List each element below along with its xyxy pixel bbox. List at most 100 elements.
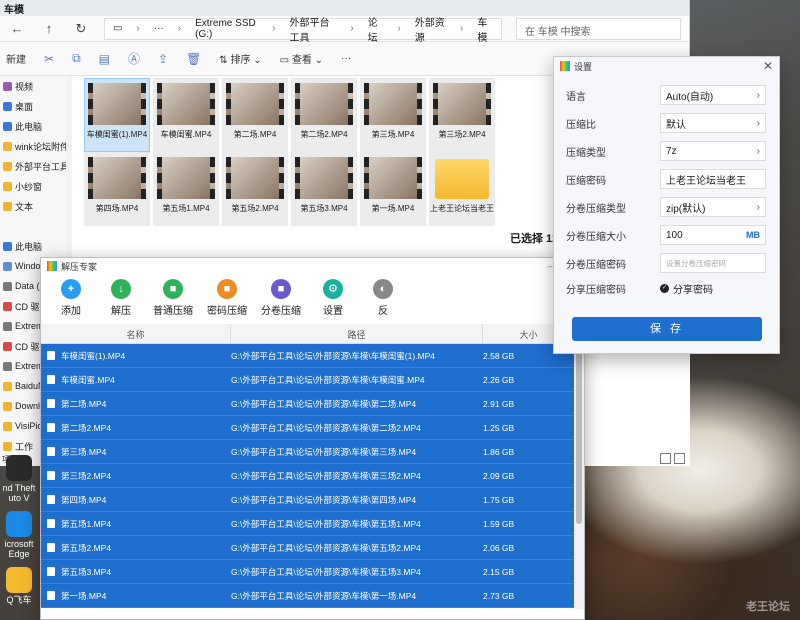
explorer-tab-title[interactable]: 车模 — [0, 0, 689, 16]
file-tile[interactable]: 第四场.MP4 — [84, 152, 150, 226]
paste-icon[interactable]: ▤ — [99, 52, 110, 66]
more-button[interactable]: ··· — [341, 53, 351, 64]
toolbar-button[interactable]: ◐ 反 — [361, 279, 405, 322]
breadcrumb-item[interactable]: 车模 — [477, 14, 493, 44]
table-row[interactable]: 第五场2.MP4 G:\外部平台工具\论坛\外部资源\车模\第五场2.MP4 2.0… — [41, 536, 574, 560]
sidebar-item[interactable]: 外部平台工具 — [0, 156, 66, 176]
file-path: G:\外部平台工具\论坛\外部资源\车模\第五场1.MP4 — [231, 518, 421, 529]
column-path[interactable]: 路径 — [231, 324, 483, 343]
toolbar-icon: ◐ — [373, 279, 393, 299]
scrollbar-thumb[interactable] — [576, 344, 582, 524]
toolbar-button[interactable]: ⚙ 设置 — [311, 279, 355, 322]
cut-icon[interactable]: ✂ — [44, 52, 54, 66]
file-name: 第三场.MP4 — [371, 130, 415, 139]
type-select[interactable]: 7z › — [660, 141, 766, 161]
table-row[interactable]: 第五场3.MP4 G:\外部平台工具\论坛\外部资源\车模\第五场3.MP4 2.1… — [41, 560, 574, 584]
sort-button[interactable]: ⇅ 排序 ⌄ — [219, 51, 261, 66]
desktop-shortcut[interactable]: Q飞车 — [0, 567, 38, 605]
table-row[interactable]: 第一场.MP4 G:\外部平台工具\论坛\外部资源\车模\第一场.MP4 2.73 … — [41, 584, 574, 608]
sidebar-item[interactable]: 小纱窗 — [0, 176, 66, 196]
toolbar-button[interactable]: ■ 普通压缩 — [149, 279, 197, 322]
file-tile[interactable]: 第二场.MP4 — [222, 78, 288, 152]
sidebar-item[interactable]: 文本 — [0, 196, 66, 216]
video-thumbnail — [226, 157, 284, 199]
toolbar-button[interactable]: + 添加 — [49, 279, 93, 322]
desktop-shortcut[interactable]: icrosoft Edge — [0, 511, 38, 559]
table-row[interactable]: 第四场.MP4 G:\外部平台工具\论坛\外部资源\车模\第四场.MP4 1.75 … — [41, 488, 574, 512]
breadcrumb-item[interactable]: 外部资源 — [415, 14, 446, 44]
toolbar-button[interactable]: ■ 分卷压缩 — [257, 279, 305, 322]
file-tile[interactable]: 第二场2.MP4 — [291, 78, 357, 152]
chevron-right-icon: › — [136, 23, 140, 34]
rename-icon[interactable]: Ⓐ — [128, 50, 140, 67]
file-name: 第四场.MP4 — [61, 494, 107, 505]
up-arrow-icon[interactable]: ↑ — [40, 21, 58, 36]
file-tile[interactable]: 车模闺蜜.MP4 — [153, 78, 219, 152]
file-tile[interactable]: 第五场3.MP4 — [291, 152, 357, 226]
sidebar-item[interactable]: wink论坛附件 — [0, 136, 66, 156]
share-icon[interactable]: ⇪ — [158, 52, 168, 66]
table-row[interactable]: 第五场1.MP4 G:\外部平台工具\论坛\外部资源\车模\第五场1.MP4 1.5… — [41, 512, 574, 536]
table-row[interactable]: 第二场2.MP4 G:\外部平台工具\论坛\外部资源\车模\第二场2.MP4 1.2… — [41, 416, 574, 440]
sidebar-item[interactable]: 视频 — [0, 76, 66, 96]
address-bar[interactable]: ▭ › ··· › Extreme SSD (G:) › 外部平台工具 › 论坛… — [104, 17, 502, 44]
language-select[interactable]: Auto(自动) › — [660, 85, 766, 105]
share-checkbox-label: 分享密码 — [673, 285, 713, 296]
table-row[interactable]: 车模闺蜜.MP4 G:\外部平台工具\论坛\外部资源\车模\车模闺蜜.MP4 2.2… — [41, 368, 574, 392]
tiles-view-icon[interactable] — [674, 453, 685, 464]
check-icon: ✓ — [660, 284, 669, 293]
split-size-input[interactable]: 100 MB — [660, 225, 766, 245]
share-password-checkbox[interactable]: ✓ 分享密码 — [660, 281, 713, 296]
vertical-scrollbar[interactable] — [574, 324, 584, 609]
app-icon — [6, 455, 32, 481]
new-button[interactable]: 新建 — [6, 51, 26, 66]
close-icon[interactable]: ✕ — [763, 59, 773, 73]
desktop-icons: nd Theft uto V icrosoft Edge Q飞车 — [0, 455, 38, 613]
column-name[interactable]: 名称 — [41, 324, 231, 343]
save-button[interactable]: 保 存 — [572, 317, 762, 341]
file-tile[interactable]: 第五场1.MP4 — [153, 152, 219, 226]
search-input[interactable]: 在 车模 中搜索 — [516, 17, 681, 40]
split-password-input[interactable]: 设置分卷压缩密码 — [660, 253, 766, 273]
breadcrumb-item[interactable]: Extreme SSD (G:) — [195, 18, 258, 40]
split-type-select[interactable]: zip(默认) › — [660, 197, 766, 217]
toolbar-button[interactable]: ↓ 解压 — [99, 279, 143, 322]
table-row[interactable]: 车模闺蜜(1).MP4 G:\外部平台工具\论坛\外部资源\车模\车模闺蜜(1).… — [41, 344, 574, 368]
table-row[interactable]: 第二场.MP4 G:\外部平台工具\论坛\外部资源\车模\第二场.MP4 2.91 … — [41, 392, 574, 416]
sidebar-item-icon — [3, 181, 12, 191]
file-tile[interactable]: 车模闺蜜(1).MP4 — [84, 78, 150, 152]
password-input[interactable]: 上老王论坛当老王 — [660, 169, 766, 189]
copy-icon[interactable]: ⧉ — [72, 51, 81, 66]
file-tile[interactable]: 第三场.MP4 — [360, 78, 426, 152]
breadcrumb-item[interactable]: 外部平台工具 — [290, 14, 337, 44]
delete-icon[interactable]: 🗑 — [186, 52, 201, 66]
more-dots-icon[interactable]: ··· — [154, 23, 164, 34]
desktop-shortcut[interactable]: nd Theft uto V — [0, 455, 38, 503]
breadcrumb-item[interactable]: 论坛 — [368, 14, 384, 44]
explorer-navbar: ← ↑ ↻ ▭ › ··· › Extreme SSD (G:) › 外部平台工… — [0, 16, 689, 44]
sidebar-item[interactable]: 此电脑 — [0, 116, 66, 136]
details-view-icon[interactable] — [660, 453, 671, 464]
ratio-select[interactable]: 默认 › — [660, 113, 766, 133]
table-row[interactable]: 第三场2.MP4 G:\外部平台工具\论坛\外部资源\车模\第三场2.MP4 2.0… — [41, 464, 574, 488]
view-button[interactable]: ▭ 查看 ⌄ — [280, 51, 323, 66]
sidebar-item[interactable]: 桌面 — [0, 96, 66, 116]
toolbar-button[interactable]: ■ 密码压缩 — [203, 279, 251, 322]
file-tile[interactable]: 第一场.MP4 — [360, 152, 426, 226]
refresh-icon[interactable]: ↻ — [72, 21, 90, 37]
share-row: 分享压缩密码 ✓ 分享密码 — [566, 281, 771, 296]
sidebar-item[interactable] — [0, 216, 66, 236]
shortcut-label: Q飞车 — [6, 595, 32, 605]
file-tile[interactable]: 第三场2.MP4 — [429, 78, 495, 152]
folder-tile[interactable]: 上老王论坛当老王 — [429, 152, 495, 226]
split-password-label: 分卷压缩密码 — [566, 259, 626, 271]
folder-name: 上老王论坛当老王 — [430, 204, 494, 213]
sidebar-item-label: 此电脑 — [15, 241, 43, 252]
sidebar-item[interactable]: 此电脑 — [0, 236, 66, 256]
file-tile[interactable]: 第五场2.MP4 — [222, 152, 288, 226]
table-row[interactable]: 第三场.MP4 G:\外部平台工具\论坛\外部资源\车模\第三场.MP4 1.86 … — [41, 440, 574, 464]
back-arrow-icon[interactable]: ← — [8, 21, 26, 36]
video-thumbnail — [88, 157, 146, 199]
app-icon — [6, 511, 32, 537]
file-name: 第一场.MP4 — [61, 590, 107, 601]
